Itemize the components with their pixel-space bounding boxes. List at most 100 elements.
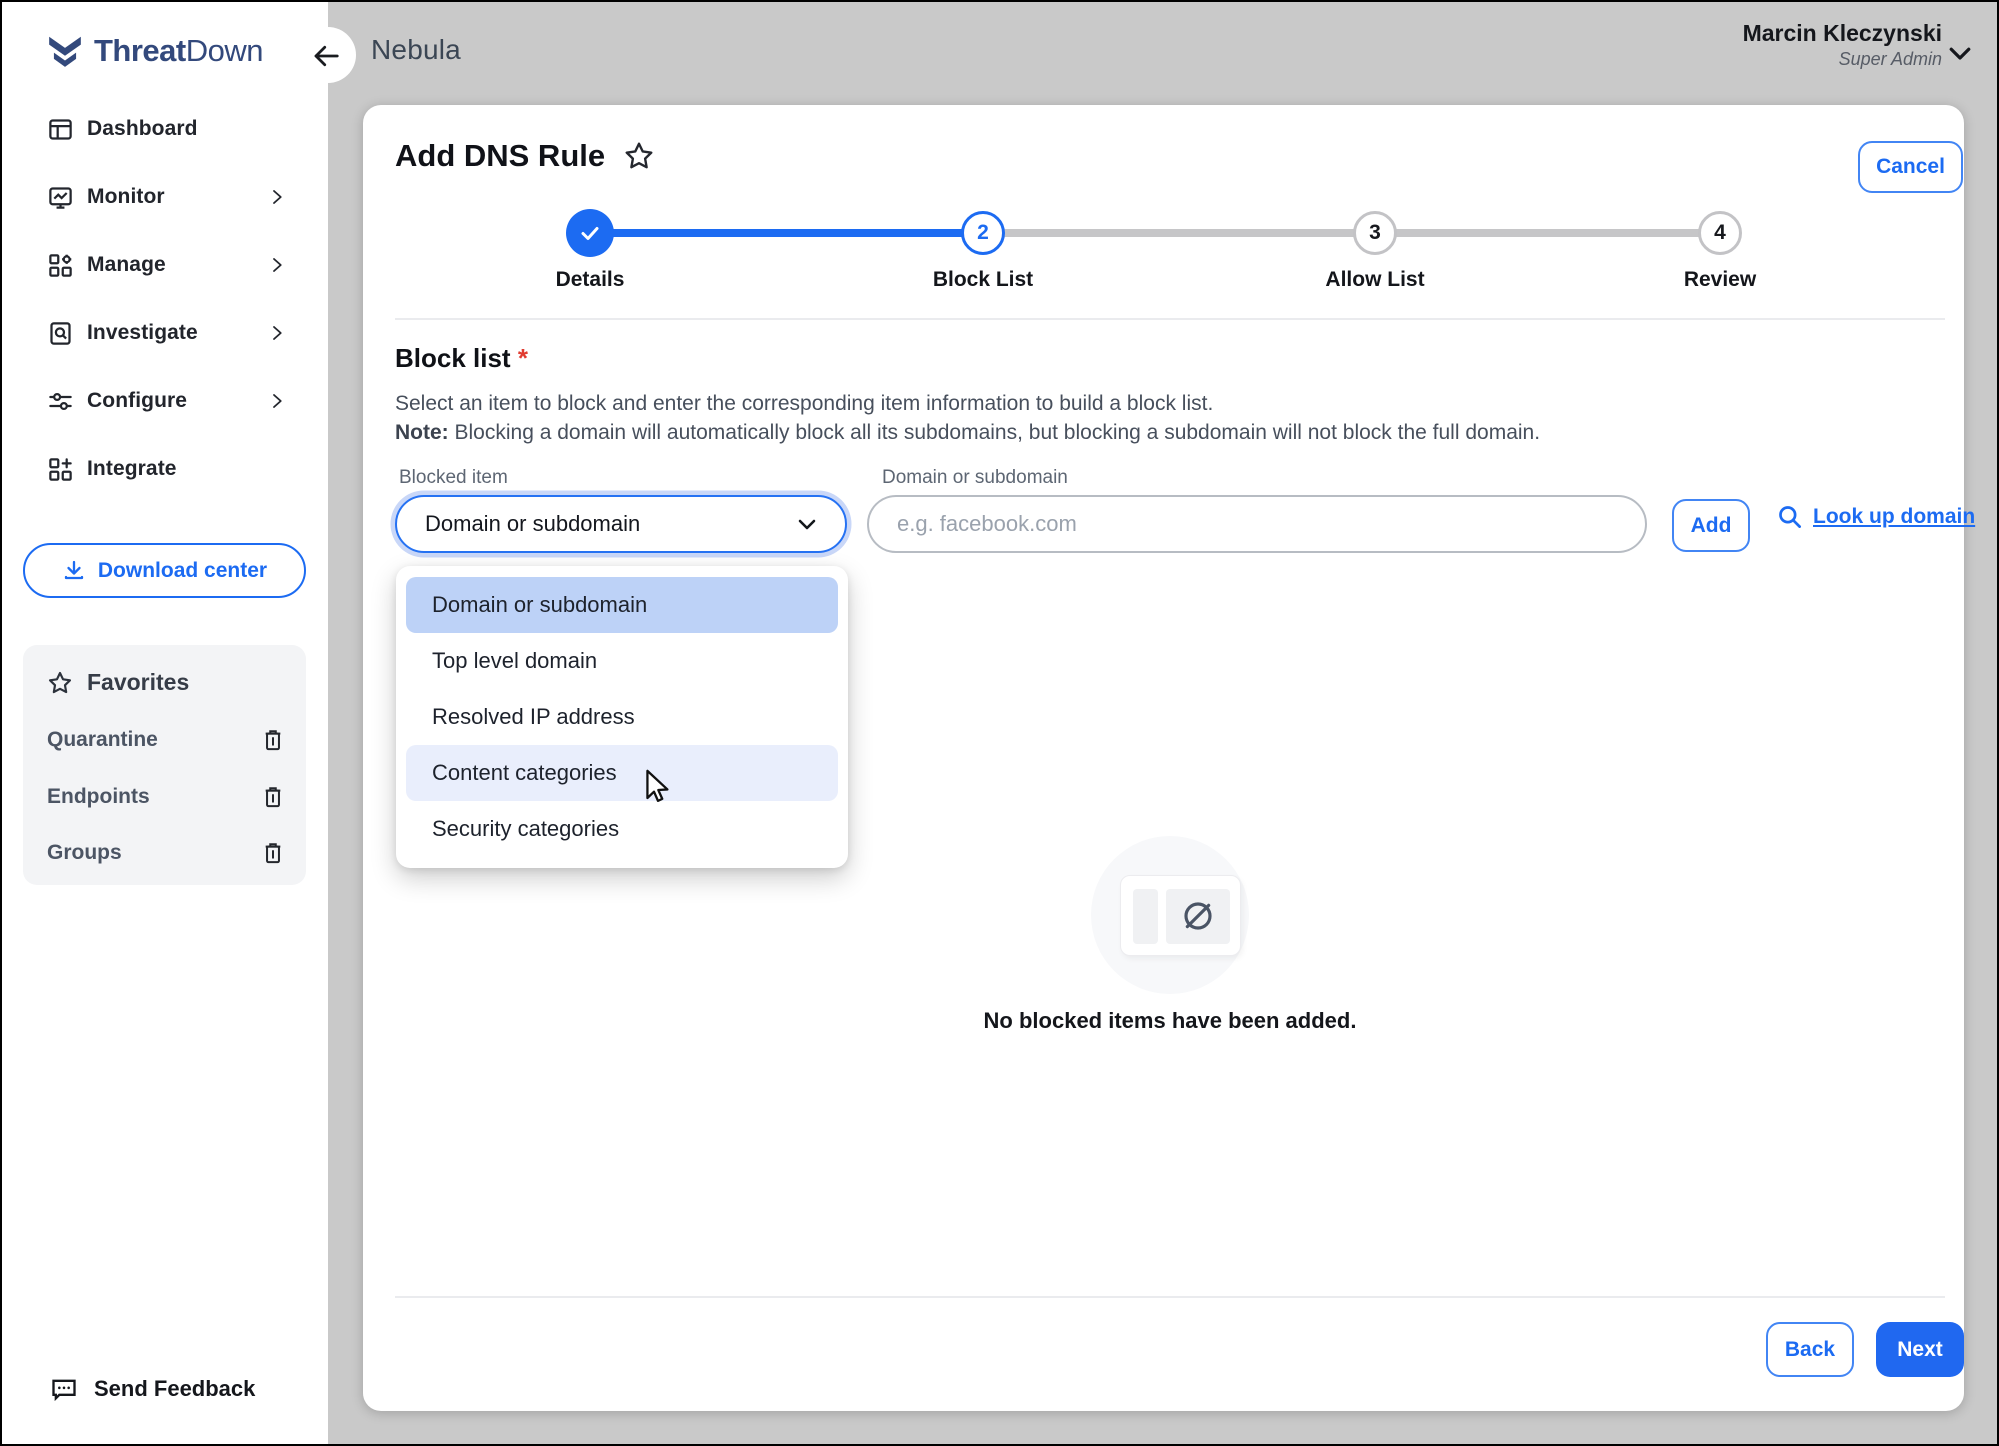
favorite-item-groups[interactable]: Groups xyxy=(23,825,306,881)
sidebar-item-configure[interactable]: Configure xyxy=(0,369,328,433)
add-button[interactable]: Add xyxy=(1672,499,1750,552)
stepper-connector xyxy=(1375,229,1720,237)
favorite-item-endpoints[interactable]: Endpoints xyxy=(23,769,306,825)
domain-input[interactable] xyxy=(867,495,1647,553)
lookup-domain-link[interactable]: Look up domain xyxy=(1776,503,1975,530)
sidebar-item-dashboard[interactable]: Dashboard xyxy=(0,97,328,161)
threatdown-logo: ThreatDown xyxy=(46,32,263,70)
step-number: 3 xyxy=(1369,221,1381,245)
step-label-allow-list: Allow List xyxy=(1325,268,1424,292)
menu-option-content-categories[interactable]: Content categories xyxy=(406,745,838,801)
menu-option-label: Top level domain xyxy=(432,648,597,674)
menu-option-label: Domain or subdomain xyxy=(432,592,647,618)
menu-option-label: Security categories xyxy=(432,816,619,842)
trash-icon[interactable] xyxy=(262,728,284,752)
manage-icon xyxy=(47,252,74,279)
integrate-icon xyxy=(47,456,74,483)
search-icon xyxy=(1776,503,1803,530)
user-menu[interactable]: Marcin Kleczynski Super Admin xyxy=(1743,20,1942,70)
back-button[interactable]: Back xyxy=(1766,1322,1854,1377)
divider xyxy=(395,1296,1945,1298)
sidebar-item-label: Manage xyxy=(87,253,166,277)
note-text: Blocking a domain will automatically blo… xyxy=(449,421,1540,444)
favorite-star-icon[interactable] xyxy=(623,140,655,172)
favorites-title: Favorites xyxy=(87,669,189,696)
download-center-label: Download center xyxy=(98,559,267,583)
chevron-right-icon xyxy=(268,392,286,410)
configure-icon xyxy=(47,388,74,415)
divider xyxy=(395,318,1945,320)
sidebar-item-monitor[interactable]: Monitor xyxy=(0,165,328,229)
favorites-panel: Favorites Quarantine Endpoints Groups xyxy=(23,645,306,885)
blocked-item-label: Blocked item xyxy=(399,467,508,489)
feedback-chat-icon xyxy=(50,1375,78,1403)
favorite-item-quarantine[interactable]: Quarantine xyxy=(23,712,306,768)
logo-text-threat: Threat xyxy=(94,33,186,68)
block-list-note: Note: Blocking a domain will automatical… xyxy=(395,421,1540,445)
menu-option-top-level-domain[interactable]: Top level domain xyxy=(406,633,838,689)
menu-option-domain-or-subdomain[interactable]: Domain or subdomain xyxy=(406,577,838,633)
user-menu-chevron-icon[interactable] xyxy=(1945,38,1975,68)
send-feedback-button[interactable]: Send Feedback xyxy=(50,1375,255,1403)
dashboard-icon xyxy=(47,116,74,143)
blocked-item-dropdown-menu: Domain or subdomain Top level domain Res… xyxy=(396,566,848,868)
user-name: Marcin Kleczynski xyxy=(1743,20,1942,47)
logo-text-down: Down xyxy=(186,33,263,68)
block-list-heading-text: Block list xyxy=(395,343,511,373)
download-icon xyxy=(62,559,86,583)
sidebar-item-investigate[interactable]: Investigate xyxy=(0,301,328,365)
sidebar-item-label: Monitor xyxy=(87,185,165,209)
investigate-icon xyxy=(47,320,74,347)
stepper-connector-done xyxy=(590,229,983,237)
favorite-label: Endpoints xyxy=(47,785,150,809)
trash-icon[interactable] xyxy=(262,841,284,865)
block-list-heading: Block list * xyxy=(395,343,528,374)
page-title: Add DNS Rule xyxy=(395,138,605,174)
lookup-domain-label: Look up domain xyxy=(1813,505,1975,529)
sidebar-item-label: Dashboard xyxy=(87,117,198,141)
stepper-connector xyxy=(983,229,1375,237)
collapse-sidebar-button[interactable] xyxy=(306,36,346,76)
sidebar-item-manage[interactable]: Manage xyxy=(0,233,328,297)
app-title: Nebula xyxy=(371,34,461,66)
menu-option-security-categories[interactable]: Security categories xyxy=(406,801,838,857)
step-1-circle[interactable] xyxy=(566,209,614,257)
block-list-description: Select an item to block and enter the co… xyxy=(395,392,1213,416)
menu-option-label: Resolved IP address xyxy=(432,704,635,730)
favorite-label: Quarantine xyxy=(47,728,158,752)
menu-option-resolved-ip-address[interactable]: Resolved IP address xyxy=(406,689,838,745)
step-label-details: Details xyxy=(556,268,625,292)
chevron-right-icon xyxy=(268,324,286,342)
sidebar-item-label: Configure xyxy=(87,389,187,413)
sidebar-item-integrate[interactable]: Integrate xyxy=(0,437,328,501)
required-asterisk: * xyxy=(518,343,528,373)
download-center-button[interactable]: Download center xyxy=(23,543,306,598)
step-label-block-list: Block List xyxy=(933,268,1033,292)
blocked-item-select-value: Domain or subdomain xyxy=(425,511,640,537)
chevron-right-icon xyxy=(268,188,286,206)
sidebar-item-label: Integrate xyxy=(87,457,177,481)
empty-state-card xyxy=(1120,875,1241,956)
domain-field-label: Domain or subdomain xyxy=(882,467,1068,489)
blocked-item-select[interactable]: Domain or subdomain xyxy=(395,495,847,553)
step-4-circle[interactable]: 4 xyxy=(1698,211,1742,255)
note-label: Note: xyxy=(395,421,449,444)
send-feedback-label: Send Feedback xyxy=(94,1376,255,1402)
step-3-circle[interactable]: 3 xyxy=(1353,211,1397,255)
empty-state-text: No blocked items have been added. xyxy=(395,1008,1945,1034)
back-arrow-icon xyxy=(311,41,341,71)
sidebar-item-label: Investigate xyxy=(87,321,198,345)
next-button[interactable]: Next xyxy=(1876,1322,1964,1377)
step-2-circle[interactable]: 2 xyxy=(961,211,1005,255)
menu-option-label: Content categories xyxy=(432,760,617,786)
cancel-button[interactable]: Cancel xyxy=(1858,141,1963,193)
chevron-down-icon xyxy=(795,512,819,536)
step-number: 4 xyxy=(1714,221,1726,245)
trash-icon[interactable] xyxy=(262,785,284,809)
monitor-icon xyxy=(47,184,74,211)
step-label-review: Review xyxy=(1684,268,1756,292)
blocked-icon xyxy=(1178,896,1218,936)
star-icon xyxy=(47,670,73,696)
threatdown-logo-icon xyxy=(46,32,84,70)
favorite-label: Groups xyxy=(47,841,122,865)
